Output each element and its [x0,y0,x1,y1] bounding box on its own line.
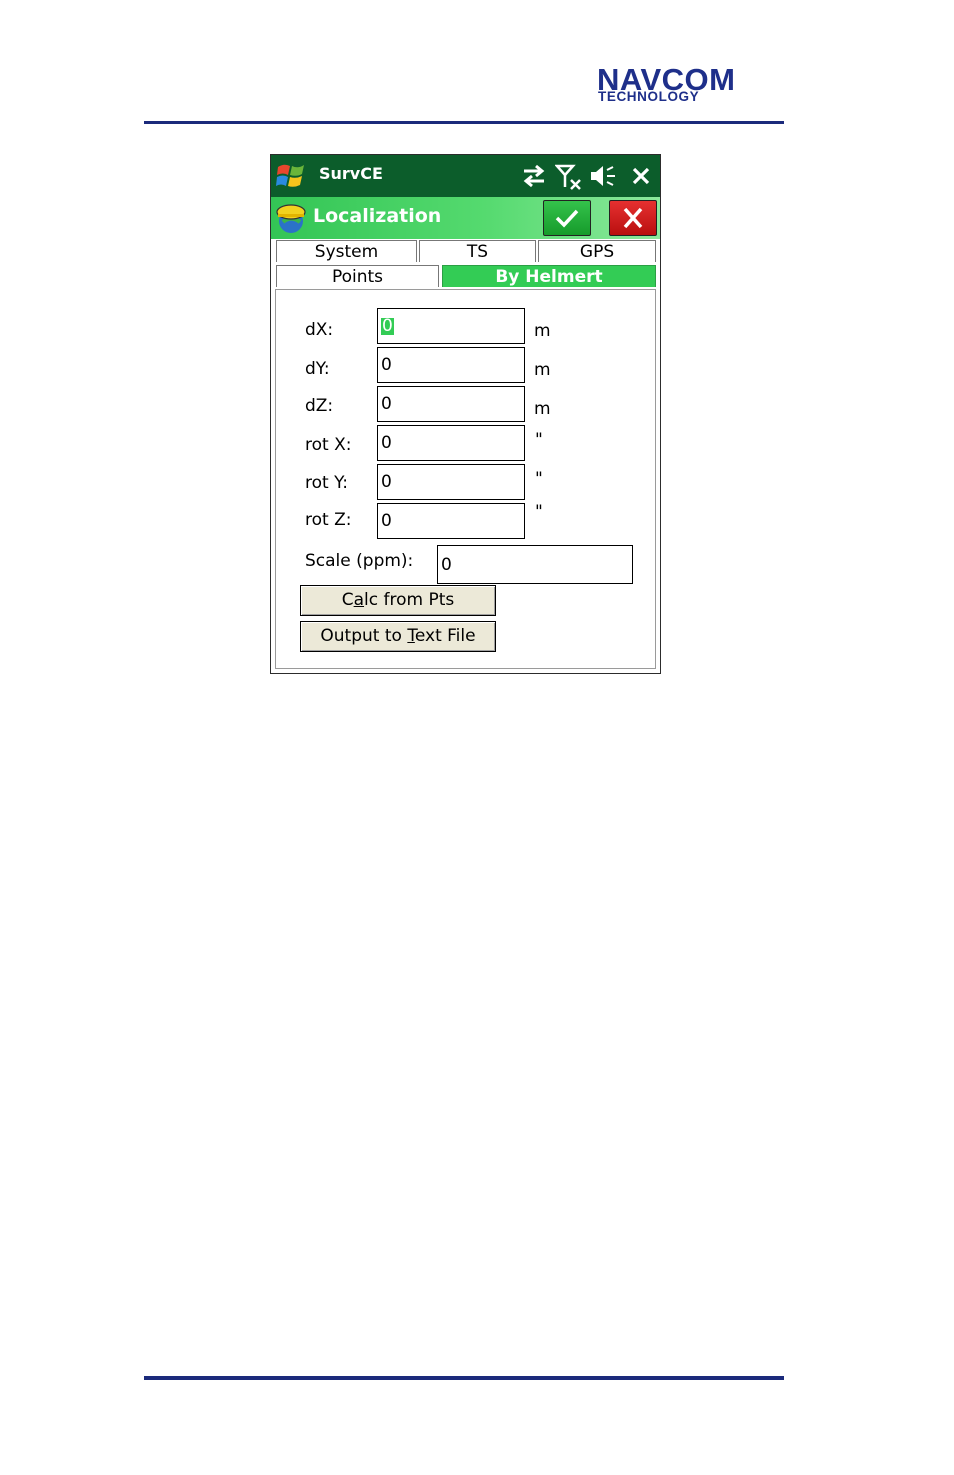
dz-unit: m [534,399,551,419]
tab-points[interactable]: Points [276,265,439,287]
scale-value: 0 [441,555,452,575]
tab-gps[interactable]: GPS [538,240,656,262]
rotx-value: 0 [381,433,392,453]
app-title: SurvCE [319,164,383,183]
title-bar: SurvCE [271,155,660,197]
device-screen: SurvCE Localization System TS GPS Points… [270,154,661,674]
output-label-post: ext File [414,626,476,646]
rotz-unit: " [535,502,543,522]
dy-value: 0 [381,355,392,375]
ok-button[interactable] [543,200,591,236]
rotz-input[interactable]: 0 [377,503,525,539]
rotx-input[interactable]: 0 [377,425,525,461]
tab-system[interactable]: System [276,240,417,262]
dx-unit: m [534,321,551,341]
no-signal-icon[interactable] [555,163,583,191]
close-icon[interactable] [631,166,651,186]
calc-from-pts-button[interactable]: Calc from Pts [300,585,496,616]
roty-unit: " [535,469,543,489]
dy-label: dY: [305,359,330,379]
calc-label-post: lc from Pts [364,590,455,610]
speaker-muted-icon[interactable] [589,163,617,189]
dz-value: 0 [381,394,392,414]
footer-rule [144,1376,784,1380]
tab-by-helmert[interactable]: By Helmert [442,265,656,287]
dy-input[interactable]: 0 [377,347,525,383]
header-rule [144,121,784,124]
cancel-button[interactable] [609,200,657,236]
roty-value: 0 [381,472,392,492]
navcom-logo: NAVCOM TECHNOLOGY [597,64,783,104]
logo-line2: TECHNOLOGY [598,89,700,104]
output-to-text-file-button[interactable]: Output to Text File [300,621,496,652]
scale-input[interactable]: 0 [437,545,633,584]
rotz-label: rot Z: [305,510,352,530]
output-label-accesskey: T [407,626,415,646]
dx-input[interactable]: 0 [377,308,525,344]
x-icon [623,207,643,229]
checkmark-icon [555,209,579,228]
rotx-label: rot X: [305,435,352,455]
dz-label: dZ: [305,396,334,416]
roty-input[interactable]: 0 [377,464,525,500]
dz-input[interactable]: 0 [377,386,525,422]
rotz-value: 0 [381,511,392,531]
surveyor-helmet-icon [276,204,306,233]
output-label-pre: Output to [320,626,408,646]
localization-header: Localization [271,197,660,239]
calc-label-pre: C [341,590,354,610]
windows-start-icon[interactable] [275,160,307,192]
screen-title: Localization [313,205,442,227]
calc-label-accesskey: a [353,590,365,610]
roty-label: rot Y: [305,473,348,493]
tab-ts[interactable]: TS [419,240,536,262]
rotx-unit: " [535,430,543,450]
sync-arrows-icon[interactable] [521,163,547,189]
dx-value: 0 [381,316,394,336]
dx-label: dX: [305,320,334,340]
scale-label: Scale (ppm): [305,551,414,571]
dy-unit: m [534,360,551,380]
